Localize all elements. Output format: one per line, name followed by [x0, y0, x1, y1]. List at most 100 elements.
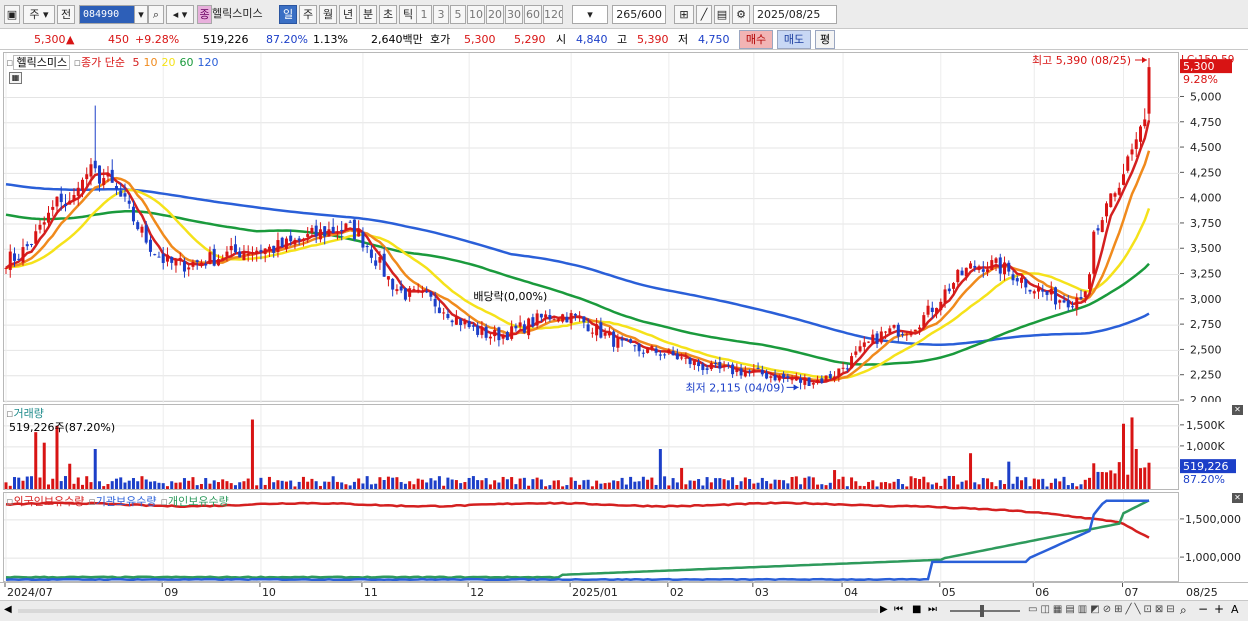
display-count[interactable]: 265/600 [612, 5, 666, 24]
volume-bar [969, 453, 973, 489]
candle-body [25, 244, 29, 247]
interval-button[interactable]: 3 [433, 5, 449, 24]
candle-body [501, 334, 505, 339]
volume-bar [675, 482, 679, 489]
interval-button[interactable]: 120 [543, 5, 563, 24]
candle-body [229, 245, 233, 251]
interval-button[interactable]: 20 [486, 5, 504, 24]
zoom-in-icon[interactable]: + [1214, 602, 1224, 616]
speaker-icon[interactable]: ◂ ▾ [166, 5, 194, 24]
fast-forward-icon[interactable]: ⏭ [928, 604, 937, 615]
volume-bar [667, 485, 671, 489]
volume-bar [425, 482, 429, 489]
date-label: 02 [670, 586, 684, 599]
candle-body [1130, 149, 1134, 155]
candle-type-icon[interactable]: ⊞ [674, 5, 694, 24]
candle-body [493, 329, 497, 337]
zoom-slider-handle[interactable] [980, 605, 984, 617]
gear-icon[interactable]: ⚙ [732, 5, 750, 24]
zoom-slider[interactable] [950, 610, 1020, 612]
line-tool-icon[interactable]: ╱ [696, 5, 712, 24]
volume-bar [935, 482, 939, 489]
scroll-track[interactable] [18, 609, 878, 613]
candle-body [527, 318, 531, 336]
candle-body [714, 363, 718, 365]
volume-bar [981, 478, 985, 489]
interval-button[interactable]: 10 [467, 5, 485, 24]
period-button[interactable]: 주 [299, 5, 317, 24]
volume-bar [663, 476, 667, 489]
evaluate-button[interactable]: 평 [815, 30, 835, 49]
candle-body [425, 291, 429, 293]
volume-bar [1105, 472, 1109, 489]
volume-bar [4, 482, 8, 489]
candle-body [1062, 300, 1066, 303]
volume-bar [680, 467, 684, 489]
volume-bar [505, 479, 509, 489]
stock-code-input[interactable]: 084990 [79, 5, 135, 24]
period-button[interactable]: 초 [379, 5, 397, 24]
period-button[interactable]: 월 [319, 5, 337, 24]
sell-button[interactable]: 매도 [777, 30, 811, 49]
buy-button[interactable]: 매수 [739, 30, 773, 49]
candle-body [799, 378, 803, 383]
date-input[interactable]: 2025/08/25 [753, 5, 837, 24]
volume-bar [1007, 461, 1011, 489]
volume-bar [463, 482, 467, 489]
interval-button[interactable]: 1 [416, 5, 432, 24]
period-button[interactable]: 틱 [399, 5, 417, 24]
close-icon[interactable]: ✕ [1232, 493, 1243, 503]
volume-bar [552, 480, 556, 489]
zoom-out-icon[interactable]: − [1198, 602, 1208, 616]
interval-button[interactable]: 30 [505, 5, 523, 24]
turnover-rate: 1.13% [313, 33, 348, 46]
trade-value: 2,640백만 [371, 33, 423, 46]
candle-body [63, 203, 67, 207]
candle-body [263, 248, 267, 254]
candle-body [637, 343, 641, 352]
candle-body [463, 320, 467, 325]
chevron-down-icon[interactable]: ▾ [134, 5, 148, 24]
chart-menu-icon[interactable]: ▣ [4, 5, 20, 24]
volume-bar [875, 486, 879, 489]
volume-bar [382, 479, 386, 489]
candle-body [731, 364, 735, 375]
drawing-tools-icon[interactable]: ▭◫▦▤▥◩⊘⊞╱╲⊡⊠⊟ [1028, 604, 1178, 615]
volume-bar [323, 481, 327, 489]
save-icon[interactable]: ▤ [714, 5, 730, 24]
scroll-left-icon[interactable]: ◀ [4, 604, 12, 615]
font-size-icon[interactable]: A [1231, 603, 1239, 616]
rewind-icon[interactable]: ⏮ [894, 604, 903, 615]
period-unit-select[interactable]: 주 ▾ [23, 5, 55, 24]
volume-bar [692, 480, 696, 489]
individual-holdings-line [5, 499, 1150, 579]
interval-button[interactable]: 60 [524, 5, 542, 24]
scroll-right-icon[interactable]: ▶ [880, 604, 888, 615]
volume-bar [497, 482, 501, 489]
zoom-search-icon[interactable]: ⌕ [1180, 603, 1187, 618]
volume-bar [89, 482, 93, 489]
interval-button[interactable]: 5 [450, 5, 466, 24]
candle-body [552, 319, 556, 321]
candle-body [340, 229, 344, 232]
period-button[interactable]: 일 [279, 5, 297, 24]
volume-bar [777, 479, 781, 489]
grid-table-icon[interactable]: ▦ [9, 72, 22, 84]
chevron-down-icon[interactable]: ▾ [572, 5, 608, 24]
candle-body [641, 352, 645, 354]
candle-body [68, 200, 72, 205]
volume-bar [1058, 481, 1062, 489]
high-label: 고 [617, 33, 628, 46]
volume-bar [293, 486, 297, 489]
prev-button[interactable]: 전 [57, 5, 75, 24]
volume-bar [378, 477, 382, 489]
period-button[interactable]: 분 [359, 5, 377, 24]
stop-icon[interactable]: ■ [912, 604, 921, 615]
search-icon[interactable]: ⌕ [148, 5, 164, 24]
close-icon[interactable]: ✕ [1232, 405, 1243, 415]
period-button[interactable]: 년 [339, 5, 357, 24]
volume-bar [488, 484, 492, 489]
volume-bar [157, 482, 161, 489]
volume-bar [930, 484, 934, 489]
candle-body [352, 219, 356, 240]
